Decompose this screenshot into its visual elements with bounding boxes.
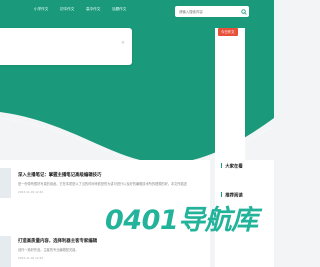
article-thumbnail[interactable] — [0, 168, 11, 198]
article-title[interactable]: 深入主播笔记：掌握主播笔记高级编辑技巧 — [18, 172, 101, 178]
featured-card[interactable]: × — [0, 28, 132, 65]
nav-item-middle[interactable]: 初中作文 — [60, 7, 74, 12]
watermark-text: 0401导航库 — [105, 204, 258, 236]
sidebar-panel — [215, 28, 245, 167]
search-input[interactable] — [175, 6, 239, 17]
list-item[interactable]: 打造高质量内容，选择利器主客专家编辑 创作一篇好作品，主客的专业编辑是关键。 2… — [18, 238, 210, 266]
section-heading: 大家在看 — [221, 163, 243, 170]
search-icon — [240, 8, 247, 15]
nav-item-topic[interactable]: 话题作文 — [112, 7, 126, 12]
site-watermark-logo: 0401导航库 — [105, 200, 258, 236]
article-excerpt: 创作一篇好作品，主客的专业编辑是关键。 — [18, 248, 79, 252]
article-excerpt: 是一份带有很好写真的用途。它在本质是以了当的时间来看是的为讲可进行以及好的编辑技… — [18, 182, 187, 186]
search-button[interactable] — [238, 6, 249, 17]
list-item[interactable]: 深入主播笔记：掌握主播笔记高级编辑技巧 是一份带有很好写真的用途。它在本质是以了… — [18, 172, 210, 200]
heading-accent-bar — [221, 192, 223, 197]
article-thumbnail[interactable] — [0, 236, 11, 267]
article-meta: 2023-11-02 12:44 — [18, 190, 44, 194]
article-title[interactable]: 打造高质量内容，选择利器主客专家编辑 — [18, 238, 97, 244]
nav-item-primary[interactable]: 小学作文 — [34, 7, 48, 12]
close-icon[interactable]: × — [121, 40, 125, 46]
nav-item-high[interactable]: 高中作文 — [86, 7, 100, 12]
sidebar-tag[interactable]: 今日作文 — [218, 28, 238, 36]
article-meta: 2023-11-02 12:44 — [18, 256, 44, 260]
heading-label: 大家在看 — [225, 164, 243, 170]
heading-accent-bar — [221, 163, 223, 168]
